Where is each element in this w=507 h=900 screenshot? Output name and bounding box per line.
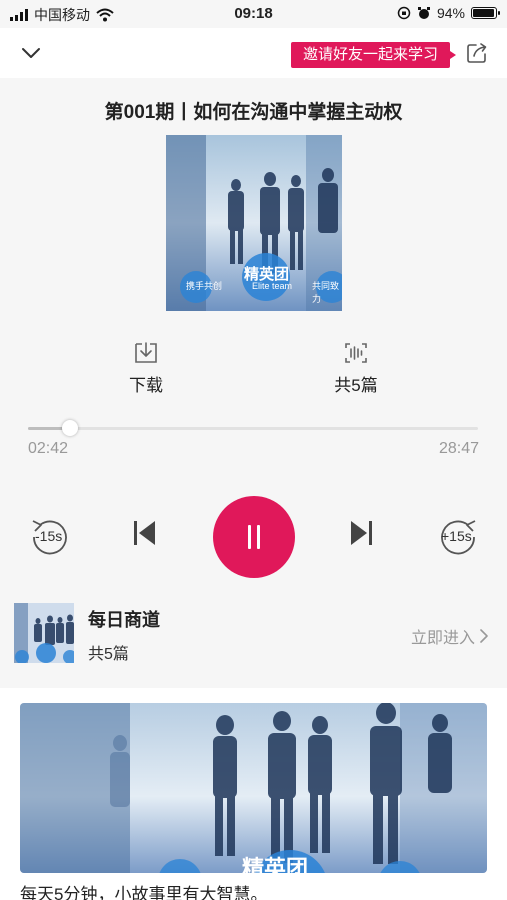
status-bar: 中国移动 09:18 94% (0, 0, 507, 28)
chevron-down-icon[interactable] (20, 42, 42, 64)
download-icon (135, 342, 157, 363)
pause-bar-left (248, 525, 251, 549)
chevron-right-icon (480, 629, 488, 643)
album-episode-count: 共5篇 (88, 646, 129, 663)
next-track-icon[interactable] (346, 518, 376, 548)
previous-track-icon[interactable] (130, 518, 160, 548)
album-description: 每天5分钟，小故事里有大智慧。 (20, 885, 268, 900)
orientation-lock-icon (397, 6, 411, 20)
cover-right-badge: 共同致力 (312, 281, 340, 304)
episode-list-button[interactable]: 共5篇 (326, 340, 386, 396)
nav-bar: 邀请好友一起来学习 (0, 28, 507, 78)
progress-thumb[interactable] (62, 420, 79, 436)
total-time: 28:47 (438, 440, 479, 457)
alarm-icon (417, 7, 430, 19)
banner-caption: 精英团 (242, 856, 309, 873)
rewind-label: -15s (35, 528, 63, 544)
album-thumbnail[interactable] (14, 603, 74, 663)
rewind-15-button[interactable]: -15s (28, 515, 72, 559)
pause-bar-right (257, 525, 260, 549)
battery-percent: 94% (436, 5, 465, 21)
episodes-count-label: 共5篇 (334, 376, 378, 395)
enter-album-label: 立即进入 (410, 630, 475, 647)
album-banner-image: 精英团 (20, 703, 487, 873)
download-label: 下载 (129, 376, 163, 395)
forward-15-button[interactable]: +15s (436, 515, 480, 559)
progress-track[interactable] (28, 427, 478, 430)
playlist-icon (345, 343, 367, 363)
episode-title: 第001期丨如何在沟通中掌握主动权 (104, 102, 403, 123)
download-button[interactable]: 下载 (118, 340, 174, 396)
cover-caption-en: Elite team (252, 281, 293, 291)
current-time: 02:42 (28, 440, 69, 457)
forward-label: +15s (441, 528, 472, 544)
share-icon[interactable] (465, 41, 489, 65)
status-right: 94% (397, 5, 500, 21)
battery-icon (471, 7, 500, 19)
battery-fill (473, 9, 494, 17)
invite-friends-button[interactable]: 邀请好友一起来学习 (291, 42, 457, 68)
episode-cover-image: 精英团 Elite team 携手共创 共同致力 (166, 135, 342, 311)
cover-left-badge: 携手共创 (186, 281, 223, 291)
play-pause-button[interactable] (213, 496, 295, 578)
enter-album-link[interactable]: 立即进入 (411, 624, 489, 648)
album-name: 每日商道 (88, 610, 160, 630)
